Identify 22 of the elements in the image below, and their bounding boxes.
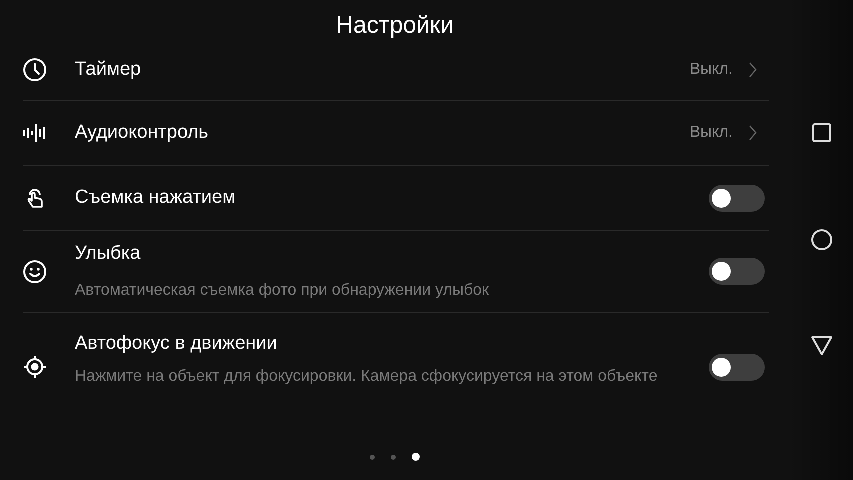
setting-description: Нажмите на объект для фокусировки. Камера сфокусируется на этом объекте — [75, 367, 659, 387]
setting-description: Автоматическая съемка фото при обнаружении улыбок — [75, 280, 490, 300]
setting-label: Автофокус в движении — [75, 333, 278, 355]
home-icon[interactable] — [810, 228, 832, 250]
setting-value: Выкл. — [690, 61, 733, 79]
toggle-switch[interactable] — [709, 258, 765, 285]
setting-label: Таймер — [75, 59, 142, 81]
setting-label: Аудиоконтроль — [75, 122, 210, 144]
setting-label: Улыбка — [75, 242, 142, 264]
setting-label: Съемка нажатием — [75, 187, 237, 209]
back-icon[interactable] — [810, 336, 832, 356]
smiley-icon — [23, 260, 47, 284]
setting-value: Выкл. — [690, 124, 733, 142]
clock-icon — [23, 58, 47, 82]
screen-title: Настройки — [336, 12, 454, 40]
chevron-icon[interactable] — [749, 62, 757, 78]
focus-target-icon — [23, 355, 47, 379]
toggle-switch[interactable] — [709, 184, 765, 212]
chevron-icon[interactable] — [749, 125, 757, 141]
sound-wave-icon — [23, 121, 47, 145]
toggle-switch[interactable] — [709, 354, 765, 380]
recent-apps-icon[interactable] — [812, 123, 832, 143]
